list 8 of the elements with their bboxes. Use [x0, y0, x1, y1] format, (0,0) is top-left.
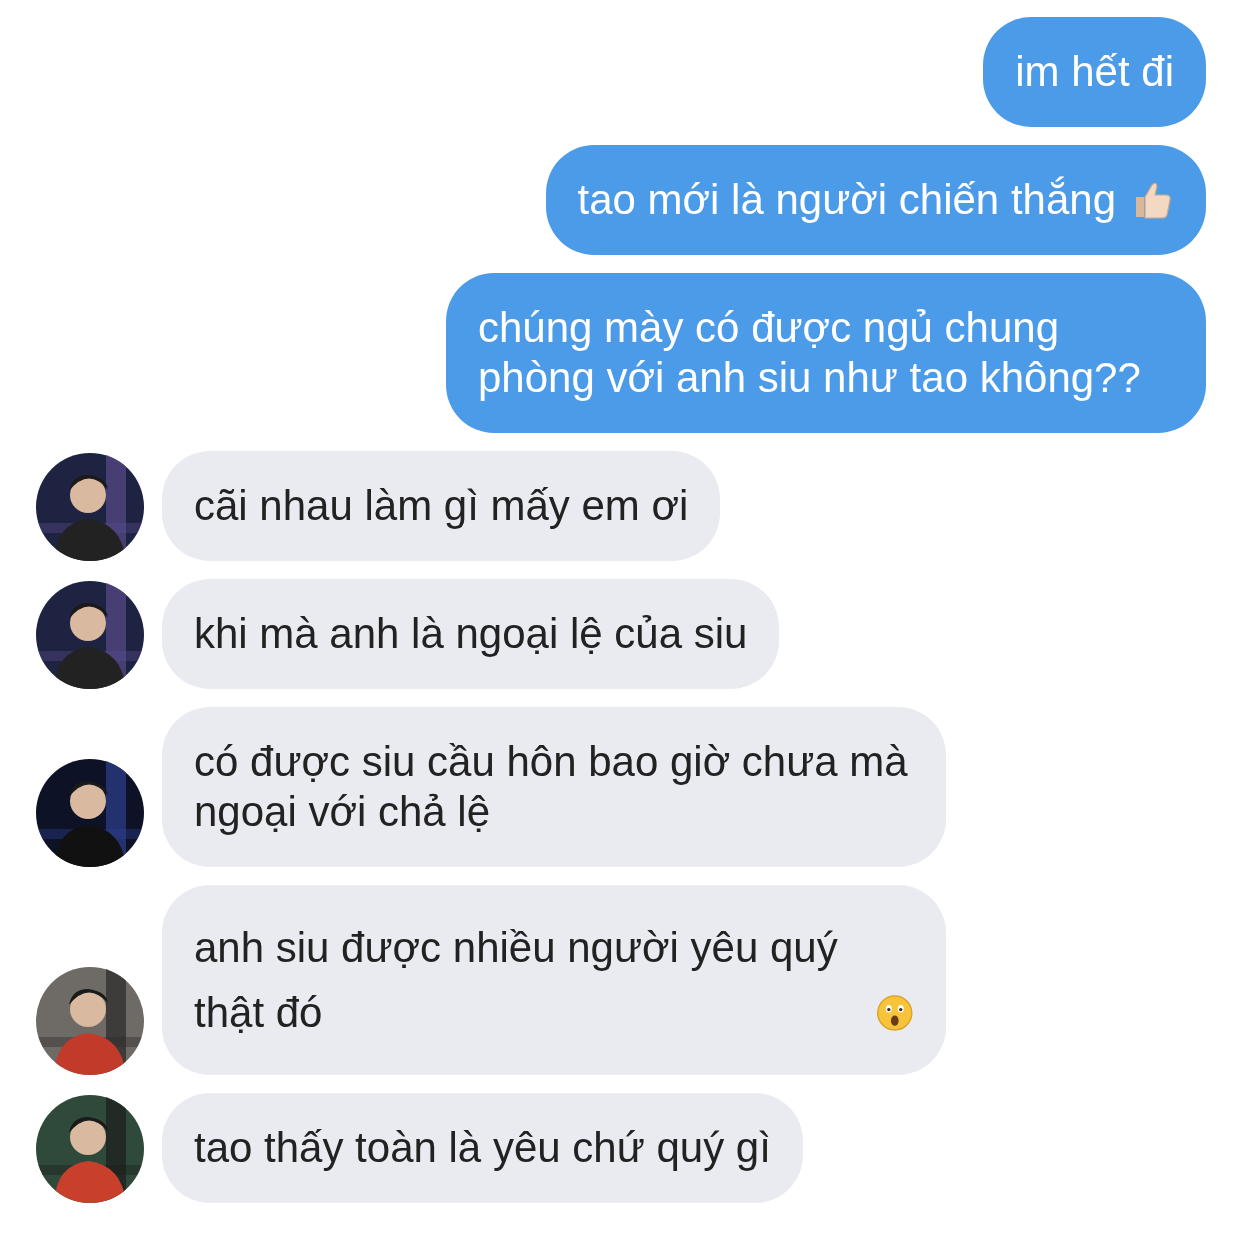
message-text: có được siu cầu hôn bao giờ chưa mà ngoại với chả lệ — [194, 738, 908, 835]
message-text: chúng mày có được ngủ chung phòng với anh siu như tao không?? — [478, 304, 1141, 401]
message-text: khi mà anh là ngoại lệ của siu — [194, 610, 748, 657]
message-text: anh siu được nhiều người yêu quý thật đó — [194, 923, 839, 1038]
message-text: cãi nhau làm gì mấy em ơi — [194, 482, 689, 529]
message-text: tao mới là người chiến thắng — [577, 176, 1116, 223]
message-text: im hết đi — [1015, 48, 1174, 95]
message-text: tao thấy toàn là yêu chứ quý gì — [194, 1124, 771, 1171]
